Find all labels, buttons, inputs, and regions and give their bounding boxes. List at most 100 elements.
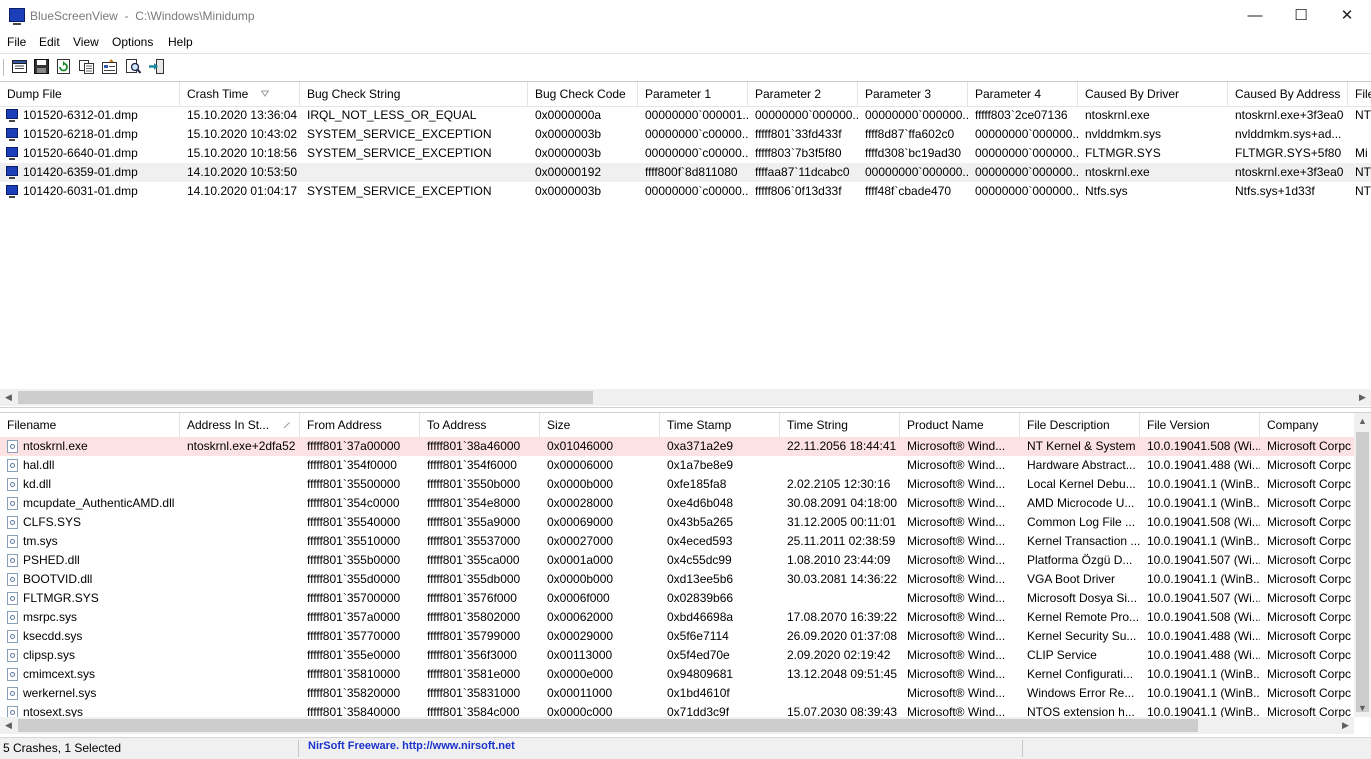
crash-cell bbox=[1348, 125, 1371, 144]
driver-cell: 10.0.19041.488 (Wi... bbox=[1147, 648, 1260, 662]
driver-cell bbox=[180, 608, 300, 627]
driver-cell: fffff801`355d0000 bbox=[307, 572, 401, 586]
driver-row[interactable]: ksecdd.sys fffff801`35770000 fffff801`3579… bbox=[0, 627, 1354, 646]
crash-cell: ntoskrnl.exe+3f3ea0 bbox=[1235, 108, 1344, 122]
nirsoft-link[interactable]: NirSoft Freeware. http://www.nirsoft.net bbox=[308, 740, 515, 752]
scroll-down-icon[interactable]: ▼ bbox=[1354, 700, 1371, 717]
col-from-address[interactable]: From Address bbox=[300, 413, 420, 437]
col-crash-time[interactable]: Crash Time bbox=[180, 82, 300, 106]
scroll-right-icon[interactable]: ▶ bbox=[1337, 717, 1354, 734]
col-file[interactable]: File bbox=[1348, 82, 1371, 106]
col-time-string[interactable]: Time String bbox=[780, 413, 900, 437]
col-to-address[interactable]: To Address bbox=[420, 413, 540, 437]
driver-row[interactable]: clipsp.sys fffff801`355e0000 fffff801`356f… bbox=[0, 646, 1354, 665]
crash-cell: 00000000`000001... bbox=[645, 108, 748, 122]
driver-list-vscrollbar[interactable]: ▲ ▼ bbox=[1354, 413, 1371, 717]
crash-cell: 15.10.2020 10:43:02 bbox=[187, 127, 298, 141]
driver-row[interactable]: ntoskrnl.exe ntoskrnl.exe+2dfa52 fffff801`… bbox=[0, 437, 1354, 456]
driver-cell: Common Log File ... bbox=[1027, 515, 1136, 529]
driver-cell: Microsoft Corpc bbox=[1267, 477, 1352, 491]
crash-cell: 00000000`000000... bbox=[975, 184, 1078, 198]
driver-row[interactable]: BOOTVID.dll fffff801`355d0000 fffff801`355… bbox=[0, 570, 1354, 589]
driver-list-vscroll-thumb[interactable] bbox=[1356, 432, 1369, 712]
crash-list-scroll-thumb[interactable] bbox=[18, 391, 593, 404]
col-parameter-2[interactable]: Parameter 2 bbox=[748, 82, 858, 106]
maximize-button[interactable]: ☐ bbox=[1278, 0, 1324, 32]
driver-row[interactable]: msrpc.sys fffff801`357a0000 fffff801`35802… bbox=[0, 608, 1354, 627]
menu-file[interactable]: File bbox=[7, 35, 26, 49]
col-bug-check-string[interactable]: Bug Check String bbox=[300, 82, 528, 106]
col-address-in-stack[interactable]: Address In St... bbox=[180, 413, 300, 437]
html-report-button[interactable] bbox=[11, 58, 28, 75]
crash-row[interactable]: 101420-6031-01.dmp 14.10.2020 01:04:17 SYS… bbox=[0, 182, 1371, 201]
col-dump-file[interactable]: Dump File bbox=[0, 82, 180, 106]
crash-list-hscrollbar[interactable]: ◀ ▶ bbox=[0, 389, 1371, 406]
driver-row[interactable]: cmimcext.sys fffff801`35810000 fffff801`35… bbox=[0, 665, 1354, 684]
driver-cell: 0xe4d6b048 bbox=[667, 496, 734, 510]
menu-options[interactable]: Options bbox=[112, 35, 153, 49]
driver-cell: fffff801`355b0000 bbox=[307, 553, 401, 567]
driver-row[interactable]: tm.sys fffff801`35510000 fffff801`35537000… bbox=[0, 532, 1354, 551]
col-bug-check-code[interactable]: Bug Check Code bbox=[528, 82, 638, 106]
crash-row[interactable]: 101520-6312-01.dmp 15.10.2020 13:36:04 IRQ… bbox=[0, 106, 1371, 125]
crash-row[interactable]: 101520-6640-01.dmp 15.10.2020 10:18:56 SYS… bbox=[0, 144, 1371, 163]
driver-row[interactable]: FLTMGR.SYS fffff801`35700000 fffff801`3576… bbox=[0, 589, 1354, 608]
crash-cell: NT bbox=[1355, 184, 1371, 198]
scroll-left-icon[interactable]: ◀ bbox=[0, 717, 17, 734]
driver-cell: NT Kernel & System bbox=[1027, 439, 1136, 453]
driver-list-scroll-thumb[interactable] bbox=[18, 719, 1198, 732]
driver-cell: Microsoft® Wind... bbox=[907, 572, 1006, 586]
crash-row[interactable]: 101420-6359-01.dmp 14.10.2020 10:53:50 0x0… bbox=[0, 163, 1371, 182]
col-filename[interactable]: Filename bbox=[0, 413, 180, 437]
crash-list-header: Dump File Crash Time Bug Check String Bu… bbox=[0, 82, 1371, 107]
driver-cell: fffff801`35831000 bbox=[427, 686, 521, 700]
col-file-version[interactable]: File Version bbox=[1140, 413, 1260, 437]
minimize-button[interactable]: — bbox=[1232, 0, 1278, 32]
driver-row[interactable]: CLFS.SYS fffff801`35540000 fffff801`355a90… bbox=[0, 513, 1354, 532]
find-button[interactable] bbox=[125, 58, 142, 75]
crash-row[interactable]: 101520-6218-01.dmp 15.10.2020 10:43:02 SYS… bbox=[0, 125, 1371, 144]
scroll-left-icon[interactable]: ◀ bbox=[0, 389, 17, 406]
driver-cell: Microsoft Dosya Si... bbox=[1027, 591, 1138, 605]
col-parameter-4[interactable]: Parameter 4 bbox=[968, 82, 1078, 106]
driver-row[interactable]: kd.dll fffff801`35500000 fffff801`3550b000… bbox=[0, 475, 1354, 494]
menu-view[interactable]: View bbox=[73, 35, 99, 49]
crash-cell: ffff800f`8d811080 bbox=[645, 165, 738, 179]
menu-edit[interactable]: Edit bbox=[39, 35, 60, 49]
save-button[interactable] bbox=[33, 58, 50, 75]
properties-button[interactable] bbox=[101, 58, 118, 75]
close-button[interactable]: ✕ bbox=[1324, 0, 1370, 32]
driver-cell: fffff801`357a0000 bbox=[307, 610, 401, 624]
exit-button[interactable] bbox=[148, 58, 165, 75]
driver-cell bbox=[180, 456, 300, 475]
col-time-stamp[interactable]: Time Stamp bbox=[660, 413, 780, 437]
col-parameter-1[interactable]: Parameter 1 bbox=[638, 82, 748, 106]
menu-help[interactable]: Help bbox=[168, 35, 193, 49]
col-product-name[interactable]: Product Name bbox=[900, 413, 1020, 437]
copy-button[interactable] bbox=[78, 58, 95, 75]
driver-cell: 0x0000e000 bbox=[547, 667, 614, 681]
crash-cell: ffff8d87`ffa602c0 bbox=[865, 127, 955, 141]
col-caused-by-address[interactable]: Caused By Address bbox=[1228, 82, 1348, 106]
col-caused-by-driver[interactable]: Caused By Driver bbox=[1078, 82, 1228, 106]
save-icon bbox=[34, 59, 49, 74]
driver-list-hscrollbar[interactable]: ◀ ▶ bbox=[0, 717, 1354, 734]
driver-cell: 0x0006f000 bbox=[547, 591, 610, 605]
driver-row[interactable]: mcupdate_AuthenticAMD.dll fffff801`354c00… bbox=[0, 494, 1354, 513]
scroll-right-icon[interactable]: ▶ bbox=[1354, 389, 1371, 406]
scroll-up-icon[interactable]: ▲ bbox=[1354, 413, 1371, 430]
html-report-icon bbox=[12, 60, 27, 73]
driver-cell: 1.08.2010 23:44:09 bbox=[787, 553, 891, 567]
driver-row[interactable]: hal.dll fffff801`354f0000 fffff801`354f600… bbox=[0, 456, 1354, 475]
driver-row[interactable]: PSHED.dll fffff801`355b0000 fffff801`355ca… bbox=[0, 551, 1354, 570]
col-parameter-3[interactable]: Parameter 3 bbox=[858, 82, 968, 106]
driver-cell: 10.0.19041.508 (Wi... bbox=[1147, 439, 1260, 453]
col-size[interactable]: Size bbox=[540, 413, 660, 437]
crash-cell: 14.10.2020 10:53:50 bbox=[187, 165, 298, 179]
col-company[interactable]: Company bbox=[1260, 413, 1354, 437]
driver-cell bbox=[180, 665, 300, 684]
refresh-button[interactable] bbox=[55, 58, 72, 75]
driver-row[interactable]: werkernel.sys fffff801`35820000 fffff801`3… bbox=[0, 684, 1354, 703]
col-file-description[interactable]: File Description bbox=[1020, 413, 1140, 437]
toolbar-grip bbox=[3, 59, 7, 76]
